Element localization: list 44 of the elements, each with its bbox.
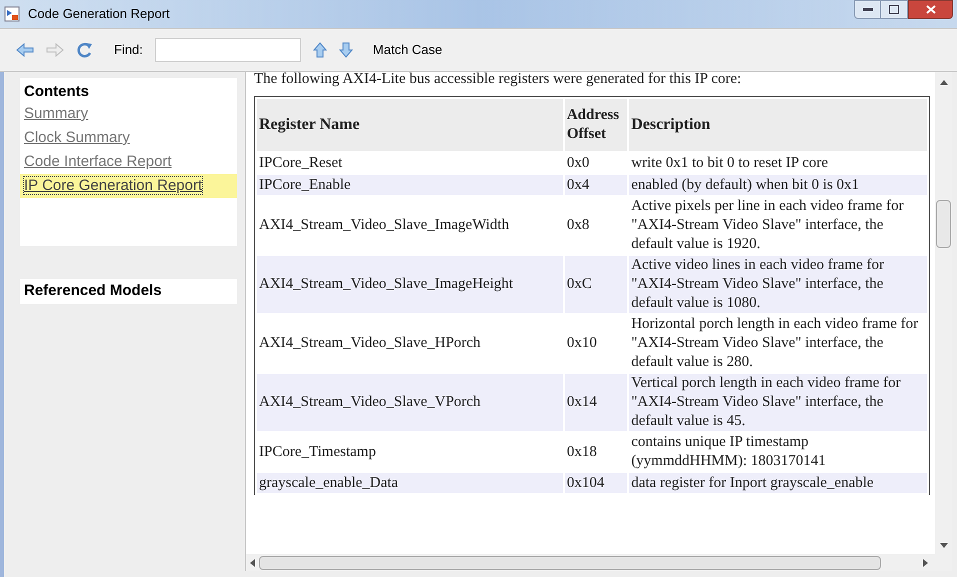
table-cell: AXI4_Stream_Video_Slave_VPorch — [257, 374, 563, 431]
table-cell: data register for Inport grayscale_enable — [629, 473, 927, 493]
match-case-option[interactable]: Match Case — [372, 40, 442, 60]
contents-link[interactable]: Summary — [24, 105, 88, 122]
close-icon — [926, 5, 936, 14]
table-cell: Active video lines in each video frame for "AXI4-Stream Video Slave" interface, the default value is 1080. — [629, 256, 927, 313]
find-label: Find: — [114, 41, 143, 60]
maximize-icon — [889, 5, 899, 14]
table-cell: 0x4 — [564, 175, 628, 195]
table-cell: 0x104 — [564, 473, 628, 493]
scroll-up-icon[interactable] — [940, 80, 948, 85]
up-arrow-icon[interactable] — [312, 42, 327, 58]
minimize-icon — [862, 8, 872, 12]
column-header: Register Name — [257, 99, 563, 151]
horizontal-scroll-thumb[interactable] — [259, 556, 881, 570]
scroll-down-icon[interactable] — [940, 543, 948, 548]
scroll-thumb[interactable] — [936, 200, 951, 248]
down-arrow-icon[interactable] — [338, 42, 353, 58]
intro-text: The following AXI4-Lite bus accessible registers were generated for this IP core: — [254, 72, 742, 88]
table-cell: 0x14 — [564, 374, 628, 431]
referenced-models-heading: Referenced Models — [24, 281, 162, 302]
table-cell: IPCore_Enable — [257, 175, 563, 195]
app-icon — [4, 6, 20, 22]
back-icon[interactable] — [16, 43, 34, 57]
minimize-button[interactable] — [854, 0, 881, 19]
column-header: Address Offset — [564, 99, 628, 151]
table-cell: AXI4_Stream_Video_Slave_ImageHeight — [257, 256, 563, 313]
contents-heading: Contents — [24, 82, 90, 102]
forward-icon[interactable] — [46, 43, 64, 57]
contents-link[interactable]: Clock Summary — [24, 129, 130, 146]
maximize-button[interactable] — [881, 0, 908, 19]
column-header: Description — [629, 99, 927, 151]
table-cell: grayscale_enable_Data — [257, 473, 563, 493]
table-cell: 0xC — [564, 256, 628, 313]
horizontal-scrollbar[interactable] — [246, 554, 952, 571]
table-cell: enabled (by default) when bit 0 is 0x1 — [629, 175, 927, 195]
table-cell: Vertical porch length in each video frame for "AXI4-Stream Video Slave" interface, the default value is 45. — [629, 374, 927, 431]
close-button[interactable] — [908, 0, 953, 19]
contents-link[interactable]: Code Interface Report — [24, 153, 172, 170]
find-field[interactable] — [154, 38, 301, 62]
scroll-left-icon[interactable] — [250, 558, 255, 566]
window-title: Code Generation Report — [28, 5, 170, 24]
scroll-right-icon[interactable] — [923, 558, 928, 566]
refresh-icon[interactable] — [76, 41, 94, 59]
